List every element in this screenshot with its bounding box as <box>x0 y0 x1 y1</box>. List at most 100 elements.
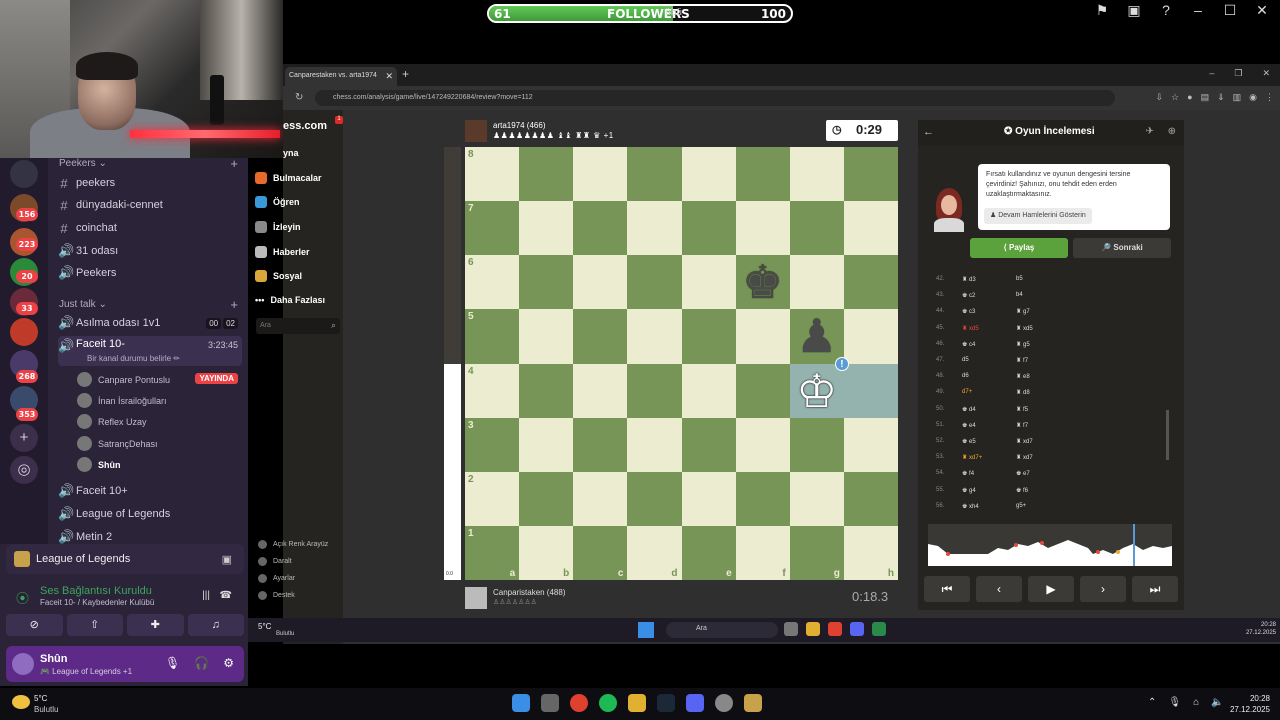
screen-icon[interactable]: ▣ <box>1124 2 1144 19</box>
board-square[interactable] <box>735 201 790 256</box>
bottom-player-name[interactable]: Canparistaken (488) <box>493 588 565 597</box>
voice-channel-item[interactable]: 🔊 League of Legends <box>58 504 242 524</box>
nav-play[interactable]: yna <box>283 148 299 158</box>
board-square[interactable] <box>735 417 790 472</box>
board-square[interactable] <box>843 147 898 202</box>
voice-channel-item[interactable]: 🔊 31 odası <box>58 241 242 261</box>
board-square[interactable] <box>789 255 844 310</box>
board-square[interactable]: e <box>681 525 736 580</box>
board-square[interactable]: 5 <box>465 309 520 364</box>
board-square[interactable]: g <box>789 525 844 580</box>
board-square[interactable] <box>573 147 628 202</box>
board-square[interactable] <box>573 201 628 256</box>
board-square[interactable] <box>789 201 844 256</box>
new-tab-icon[interactable]: + <box>402 67 409 81</box>
chrome-icon[interactable] <box>570 694 588 712</box>
board-square[interactable]: 1a <box>465 525 520 580</box>
black-move[interactable]: b4 <box>1016 292 1023 298</box>
board-square[interactable] <box>519 201 574 256</box>
chess-logo[interactable]: ess.com <box>283 120 327 132</box>
volume-icon[interactable]: 🔈 <box>1211 697 1223 708</box>
noise-suppression-icon[interactable]: ||| <box>202 590 210 601</box>
restore-icon[interactable]: ❐ <box>1234 68 1242 79</box>
board-square[interactable] <box>519 363 574 418</box>
magnifier-icon[interactable]: ⊕ <box>1168 126 1176 137</box>
evaluation-graph[interactable] <box>928 524 1172 566</box>
white-move[interactable]: ♚ xh4 <box>962 503 979 510</box>
board-square[interactable] <box>519 309 574 364</box>
collapse-button[interactable]: Daralt <box>258 557 292 566</box>
folder-icon[interactable] <box>806 622 820 636</box>
settings-gear-icon[interactable]: ⚙ <box>223 656 234 670</box>
white-move[interactable]: ♚ c4 <box>962 341 975 348</box>
top-player-name[interactable]: arta1974 (466) <box>493 121 545 130</box>
first-move-button[interactable]: ⏮ <box>924 576 970 602</box>
move-list-scrollbar[interactable] <box>1166 410 1169 460</box>
screen-share-icon[interactable]: ▣ <box>222 553 232 566</box>
play-button[interactable]: ▶ <box>1028 576 1074 602</box>
avatar[interactable] <box>465 587 487 609</box>
black-piece[interactable]: ♚ <box>736 255 790 309</box>
black-move[interactable]: ♜ d8 <box>1016 389 1030 396</box>
sidebar-icon[interactable]: ▥ <box>1233 92 1242 103</box>
file-explorer-icon[interactable] <box>628 694 646 712</box>
board-square[interactable] <box>627 255 682 310</box>
add-channel-icon[interactable]: + <box>230 158 238 171</box>
board-square[interactable] <box>573 255 628 310</box>
server-icon[interactable] <box>10 160 38 188</box>
white-move[interactable]: ♚ g4 <box>962 487 976 494</box>
voice-status[interactable]: Ses Bağlantısı Kuruldu <box>40 585 152 597</box>
download-icon[interactable]: ⇓ <box>1217 92 1225 103</box>
board-square[interactable] <box>843 363 898 418</box>
activity-panel[interactable]: League of Legends ▣ <box>6 544 244 574</box>
black-move[interactable]: ♜ f7 <box>1016 357 1028 364</box>
share-screen-button[interactable]: ⇧ <box>66 614 123 636</box>
white-move[interactable]: d7+ <box>962 389 972 395</box>
board-square[interactable]: 8 <box>465 147 520 202</box>
extensions-puzzle-icon[interactable]: ▤ <box>1201 92 1210 103</box>
previous-move-button[interactable]: ‹ <box>976 576 1022 602</box>
board-square[interactable] <box>573 309 628 364</box>
board-square[interactable] <box>735 147 790 202</box>
nav-learn[interactable]: Öğren <box>255 196 300 208</box>
server-icon[interactable] <box>10 318 38 346</box>
system-clock[interactable]: 20:28 27.12.2025 <box>1230 693 1270 715</box>
discord-icon[interactable] <box>850 622 864 636</box>
microphone-icon[interactable]: 🎙 <box>165 656 180 670</box>
board-square[interactable] <box>681 255 736 310</box>
pin-icon[interactable]: ✈ <box>1146 126 1154 137</box>
white-move[interactable]: ♚ e4 <box>962 422 976 429</box>
board-square[interactable]: 6 <box>465 255 520 310</box>
board-square[interactable]: f <box>735 525 790 580</box>
league-of-legends-icon[interactable] <box>744 694 762 712</box>
board-square[interactable] <box>735 471 790 526</box>
maximize-icon[interactable]: ☐ <box>1220 2 1240 19</box>
category-just-talk[interactable]: Just talk ⌄ <box>59 299 107 310</box>
minimize-icon[interactable]: – <box>1188 2 1208 19</box>
task-view-icon[interactable] <box>541 694 559 712</box>
board-square[interactable] <box>735 363 790 418</box>
bookmark-star-icon[interactable]: ☆ <box>1171 92 1179 103</box>
nav-social[interactable]: Sosyal <box>255 270 302 282</box>
board-square[interactable] <box>627 147 682 202</box>
white-move[interactable]: ♚ f4 <box>962 470 974 477</box>
next-button[interactable]: 🔎 Sonraki <box>1073 238 1171 258</box>
chrome-icon[interactable] <box>828 622 842 636</box>
board-square[interactable] <box>519 471 574 526</box>
mic-tray-icon[interactable]: 🎙 <box>1168 697 1181 708</box>
voice-user[interactable]: Reflex Uzay <box>77 414 147 429</box>
profile-icon[interactable]: ◉ <box>1249 92 1257 103</box>
board-square[interactable] <box>519 417 574 472</box>
spotify-icon[interactable] <box>599 694 617 712</box>
steam-icon[interactable] <box>657 694 675 712</box>
board-square[interactable] <box>681 201 736 256</box>
board-square[interactable] <box>519 255 574 310</box>
black-move[interactable]: ♜ f7 <box>1016 422 1028 429</box>
back-arrow-icon[interactable]: ← <box>923 126 934 138</box>
board-square[interactable] <box>789 417 844 472</box>
board-square[interactable] <box>843 201 898 256</box>
board-square[interactable]: b <box>519 525 574 580</box>
windows-start-icon[interactable] <box>512 694 530 712</box>
install-icon[interactable]: ⇩ <box>1156 92 1164 103</box>
help-icon[interactable]: ? <box>1156 2 1176 19</box>
